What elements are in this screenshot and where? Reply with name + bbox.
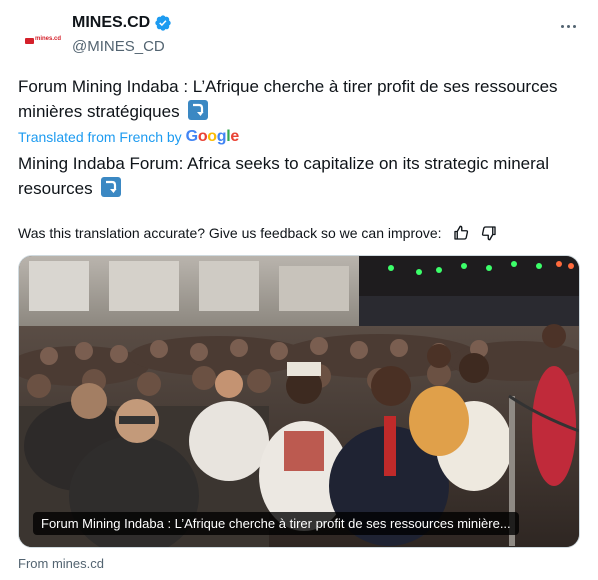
translated-post-text: Mining Indaba Forum: Africa seeks to cap…: [18, 151, 578, 201]
avatar[interactable]: mines.cd: [18, 18, 64, 64]
google-logo: Google: [185, 128, 240, 145]
media-card[interactable]: Forum Mining Indaba : L’Afrique cherche …: [18, 255, 580, 548]
thumbs-down-icon[interactable]: [480, 224, 498, 242]
original-text: Forum Mining Indaba : L’Afrique cherche …: [18, 77, 558, 121]
right-arrow-curving-down-icon: [101, 177, 122, 197]
logo-text: mines.cd: [35, 36, 62, 42]
author-name-row[interactable]: MINES.CD: [72, 14, 172, 32]
verified-badge-icon: [155, 15, 171, 31]
translated-from-label[interactable]: Translated from French by: [18, 129, 182, 145]
more-options-icon[interactable]: [556, 16, 580, 36]
conference-audience-photo: [19, 256, 579, 547]
original-post-text: Forum Mining Indaba : L’Afrique cherche …: [18, 74, 578, 124]
author-name[interactable]: MINES.CD: [72, 14, 150, 32]
translation-feedback: Was this translation accurate? Give us f…: [18, 224, 498, 242]
link-source[interactable]: From mines.cd: [18, 556, 104, 571]
translation-attribution[interactable]: Translated from French by Google: [18, 128, 239, 146]
translated-text: Mining Indaba Forum: Africa seeks to cap…: [18, 154, 550, 198]
right-arrow-curving-down-icon: [188, 100, 209, 120]
thumbs-up-icon[interactable]: [452, 224, 470, 242]
author-handle[interactable]: @MINES_CD: [72, 38, 165, 55]
media-caption: Forum Mining Indaba : L’Afrique cherche …: [33, 512, 519, 535]
feedback-prompt: Was this translation accurate? Give us f…: [18, 225, 442, 241]
mines-cd-logo: mines.cd: [25, 35, 61, 47]
